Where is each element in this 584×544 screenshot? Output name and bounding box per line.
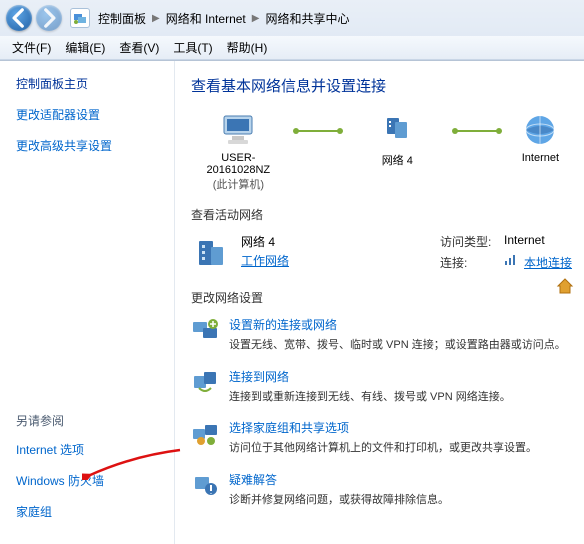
breadcrumb[interactable]: 控制面板 ▶ 网络和 Internet ▶ 网络和共享中心 — [98, 10, 349, 27]
task-title: 选择家庭组和共享选项 — [229, 419, 537, 436]
page-title: 查看基本网络信息并设置连接 — [191, 75, 572, 96]
task-title: 连接到网络 — [229, 368, 511, 385]
connect-network-icon — [191, 368, 219, 396]
task-connect-network[interactable]: 连接到网络 连接到或重新连接到无线、有线、拨号或 VPN 网络连接。 — [191, 368, 572, 406]
window-chrome: 控制面板 ▶ 网络和 Internet ▶ 网络和共享中心 文件(F) 编辑(E… — [0, 0, 584, 61]
change-settings-heading: 更改网络设置 — [191, 289, 572, 306]
home-indicator-icon — [556, 277, 574, 295]
network-building-icon — [191, 233, 231, 273]
homegroup-icon — [191, 419, 219, 447]
task-homegroup-sharing[interactable]: 选择家庭组和共享选项 访问位于其他网络计算机上的文件和打印机，或更改共享设置。 — [191, 419, 572, 457]
task-desc: 设置无线、宽带、拨号、临时或 VPN 连接；或设置路由器或访问点。 — [229, 337, 566, 354]
sidebar-home[interactable]: 控制面板主页 — [16, 75, 162, 92]
sidebar: 控制面板主页 更改适配器设置 更改高级共享设置 另请参阅 Internet 选项… — [0, 61, 175, 544]
task-troubleshoot[interactable]: 疑难解答 诊断并修复网络问题，或获得故障排除信息。 — [191, 471, 572, 509]
content-area: 控制面板主页 更改适配器设置 更改高级共享设置 另请参阅 Internet 选项… — [0, 61, 584, 544]
active-networks-heading: 查看活动网络 — [191, 206, 572, 223]
menu-file[interactable]: 文件(F) — [6, 37, 57, 58]
sidebar-windows-firewall[interactable]: Windows 防火墙 — [16, 472, 162, 489]
sidebar-advanced-sharing[interactable]: 更改高级共享设置 — [16, 137, 162, 154]
task-desc: 访问位于其他网络计算机上的文件和打印机，或更改共享设置。 — [229, 440, 537, 457]
sidebar-homegroup[interactable]: 家庭组 — [16, 503, 162, 520]
tasks-list: 设置新的连接或网络 设置无线、宽带、拨号、临时或 VPN 连接；或设置路由器或访… — [191, 316, 572, 508]
breadcrumb-item[interactable]: 网络和共享中心 — [265, 10, 349, 27]
nav-toolbar: 控制面板 ▶ 网络和 Internet ▶ 网络和共享中心 — [0, 0, 584, 36]
task-setup-connection[interactable]: 设置新的连接或网络 设置无线、宽带、拨号、临时或 VPN 连接；或设置路由器或访… — [191, 316, 572, 354]
menu-edit[interactable]: 编辑(E) — [59, 37, 111, 58]
main-panel: 查看基本网络信息并设置连接 USER-20161028NZ (此计算机) 网络 … — [175, 61, 584, 544]
connection-link[interactable]: 本地连接 — [524, 254, 572, 271]
setup-connection-icon — [191, 316, 219, 344]
task-title: 设置新的连接或网络 — [229, 316, 566, 333]
active-network-row: 网络 4 工作网络 访问类型: Internet 连接: 本地连接 — [191, 233, 572, 275]
network-center-icon — [70, 8, 90, 28]
back-button[interactable] — [6, 5, 32, 31]
sidebar-adapter-settings[interactable]: 更改适配器设置 — [16, 106, 162, 123]
node-label: USER-20161028NZ — [191, 152, 286, 176]
menu-view[interactable]: 查看(V) — [113, 37, 165, 58]
globe-icon — [520, 112, 560, 148]
connection-line-icon — [296, 130, 340, 132]
forward-button[interactable] — [36, 5, 62, 31]
breadcrumb-item[interactable]: 控制面板 — [98, 10, 146, 27]
network-map: USER-20161028NZ (此计算机) 网络 4 Internet — [191, 112, 572, 192]
troubleshoot-icon — [191, 471, 219, 499]
signal-icon — [504, 254, 516, 271]
node-internet: Internet — [509, 112, 572, 164]
access-type-value: Internet — [504, 233, 545, 250]
sidebar-seealso-heading: 另请参阅 — [16, 412, 162, 429]
node-this-pc: USER-20161028NZ (此计算机) — [191, 112, 286, 192]
sidebar-internet-options[interactable]: Internet 选项 — [16, 441, 162, 458]
menu-help[interactable]: 帮助(H) — [221, 37, 274, 58]
node-label: Internet — [522, 152, 559, 164]
node-label: 网络 4 — [382, 152, 413, 168]
task-title: 疑难解答 — [229, 471, 449, 488]
task-desc: 诊断并修复网络问题，或获得故障排除信息。 — [229, 492, 449, 509]
task-desc: 连接到或重新连接到无线、有线、拨号或 VPN 网络连接。 — [229, 389, 511, 406]
active-network-name: 网络 4 — [241, 233, 430, 250]
computer-icon — [218, 112, 258, 148]
chevron-right-icon: ▶ — [252, 13, 260, 24]
breadcrumb-item[interactable]: 网络和 Internet — [166, 10, 246, 27]
active-network-type-link[interactable]: 工作网络 — [241, 254, 289, 268]
menu-tools[interactable]: 工具(T) — [167, 37, 218, 58]
network-icon — [377, 112, 417, 148]
connection-line-icon — [455, 130, 499, 132]
access-type-label: 访问类型: — [440, 233, 496, 250]
menu-bar: 文件(F) 编辑(E) 查看(V) 工具(T) 帮助(H) — [0, 36, 584, 60]
node-sublabel: (此计算机) — [213, 176, 264, 192]
chevron-right-icon: ▶ — [152, 13, 160, 24]
node-network: 网络 4 — [350, 112, 445, 168]
connection-label: 连接: — [440, 254, 496, 271]
